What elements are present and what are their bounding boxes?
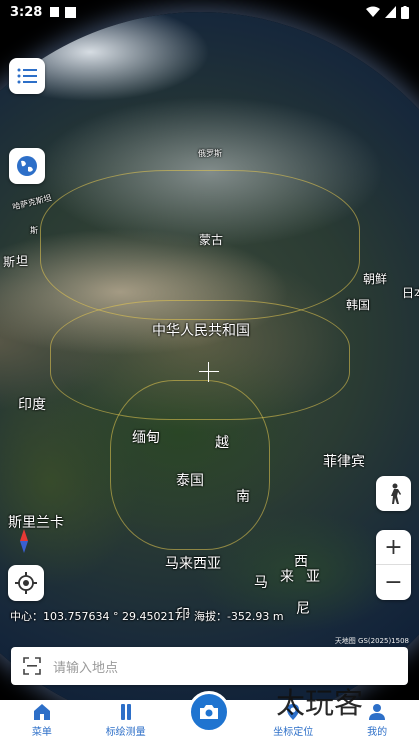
label-north-korea: 朝鲜: [363, 272, 388, 286]
list-icon: [17, 68, 37, 84]
tab-mine-label: 我的: [367, 727, 388, 738]
map-attribution: 天地图 GS(2025)1508: [334, 637, 409, 645]
label-malaysia: 马来西亚: [165, 556, 221, 572]
locate-button[interactable]: [8, 565, 44, 601]
label-philippines: 菲律宾: [323, 454, 365, 470]
label-pakistan-partial: 坦: [16, 254, 29, 268]
label-vietnam: 越: [215, 435, 229, 451]
tab-menu-label: 菜单: [31, 727, 52, 738]
signal-icon: [385, 6, 396, 18]
label-india: 印度: [18, 397, 46, 413]
label-malaysia-e3: 来: [280, 569, 294, 585]
zoom-in-button[interactable]: +: [376, 530, 411, 565]
walking-person-icon: [390, 483, 401, 504]
label-indonesia-2: 尼: [296, 601, 310, 617]
search-placeholder: 请输入地点: [53, 660, 119, 676]
layers-button[interactable]: [9, 148, 45, 184]
label-myanmar: 缅甸: [132, 430, 160, 446]
compass-icon[interactable]: [14, 528, 34, 554]
label-mongolia: 蒙古: [199, 233, 224, 247]
scan-icon: [23, 657, 41, 675]
label-afghan-partial: 斯: [3, 255, 16, 269]
center-crosshair: [199, 362, 219, 382]
walk-mode-button[interactable]: [376, 476, 411, 511]
label-china: 中华人民共和国: [152, 323, 250, 339]
tab-plot-measure-label: 标绘测量: [105, 727, 146, 738]
camera-icon: [200, 705, 218, 719]
border-outline: [110, 380, 270, 550]
label-malaysia-e4: 亚: [306, 569, 320, 585]
label-thailand: 泰国: [176, 473, 204, 489]
status-time: 3:28: [10, 4, 43, 20]
center-coordinates: 中心：103.757634 ° 29.450217 ° 海拔：-352.93 m: [10, 610, 284, 623]
tab-menu[interactable]: 菜单: [0, 703, 84, 744]
target-icon: [15, 572, 37, 594]
label-kyrgyz-partial: 斯: [30, 226, 38, 235]
menu-button[interactable]: [9, 58, 45, 94]
tab-plot-measure[interactable]: 标绘测量: [84, 703, 168, 744]
ruler-icon: [120, 704, 131, 720]
label-malaysia-e2: 马: [254, 575, 268, 591]
home-icon: [33, 704, 50, 720]
wifi-icon: [366, 6, 380, 17]
zoom-control: + −: [376, 530, 411, 600]
label-south-korea: 韩国: [346, 298, 371, 312]
tab-coordinate-locate-label: 坐标定位: [273, 727, 314, 738]
notification-icon: [65, 6, 77, 18]
globe-icon: [17, 156, 37, 176]
notification-icon: [50, 7, 60, 17]
status-bar: 3:28: [0, 0, 419, 24]
label-russia: 俄罗斯: [198, 149, 222, 158]
label-cambodia: 南: [236, 489, 250, 505]
watermark-logo: 太玩客: [276, 686, 364, 720]
label-japan: 日本: [402, 286, 419, 300]
map-view[interactable]: 俄罗斯 哈萨克斯坦 蒙古 朝鲜 韩国 日本 中华人民共和国 印度 缅甸 越 泰国…: [0, 0, 419, 700]
battery-icon: [401, 5, 409, 19]
camera-button[interactable]: [188, 691, 230, 733]
zoom-out-button[interactable]: −: [376, 565, 411, 600]
tab-camera-slot: [168, 738, 252, 744]
user-icon: [369, 704, 386, 720]
